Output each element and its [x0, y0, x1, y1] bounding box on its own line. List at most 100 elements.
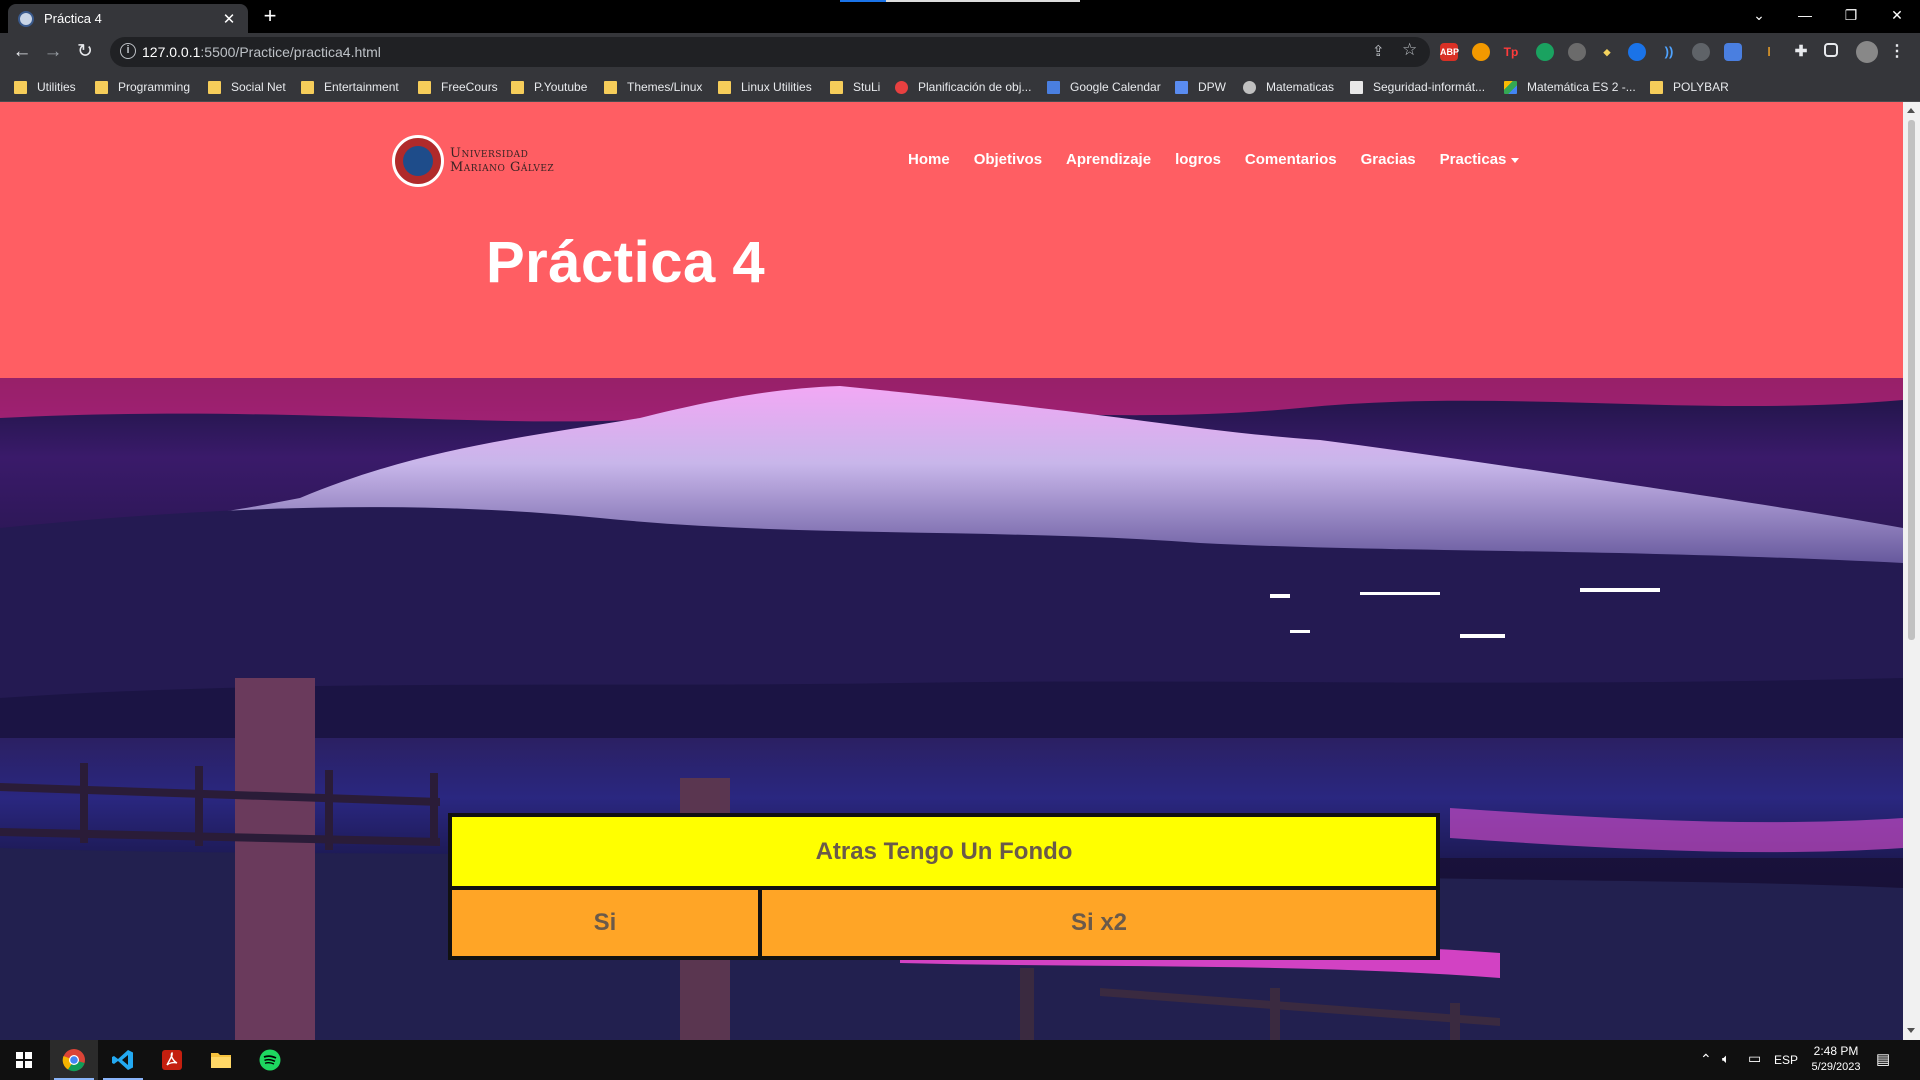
site-info-icon[interactable]: i [120, 43, 136, 59]
logo-line-2: Mariano Gálvez [450, 160, 555, 175]
folder-icon [418, 80, 431, 94]
page-viewport: Universidad Mariano Gálvez Home Objetivo… [0, 102, 1903, 1040]
page-scrollbar[interactable] [1903, 102, 1920, 1040]
bookmark-label: Social Net [231, 80, 286, 94]
scroll-down-arrow-icon[interactable] [1907, 1028, 1915, 1033]
clock-date: 5/29/2023 [1811, 1061, 1861, 1073]
acrobat-taskbar-icon[interactable] [148, 1040, 196, 1080]
bookmark-label: Linux Utilities [741, 80, 812, 94]
scroll-up-arrow-icon[interactable] [1907, 108, 1915, 113]
bookmark-star-icon[interactable]: ☆ [1402, 40, 1417, 60]
table-cell-si-x2-text: Si x2 [1070, 909, 1128, 936]
bookmark-matematicas[interactable]: Matematicas [1243, 78, 1334, 96]
reload-icon[interactable]: ↻ [71, 38, 99, 66]
fence-post [80, 763, 88, 843]
tab-search-chevron-icon[interactable]: ⌄ [1736, 0, 1782, 30]
bookmark-themes-linux[interactable]: Themes/Linux [604, 78, 702, 96]
green-extension-icon[interactable] [1536, 43, 1554, 61]
scroll-thumb[interactable] [1908, 120, 1915, 640]
close-window-button[interactable]: ✕ [1874, 0, 1920, 30]
url-text[interactable]: 127.0.0.1:5500/Practice/practica4.html [142, 44, 381, 60]
nav-gracias[interactable]: Gracias [1361, 151, 1416, 168]
nav-practicas-dropdown[interactable]: Practicas [1440, 151, 1520, 168]
page-title: Práctica 4 [486, 230, 766, 295]
logo-text: Universidad Mariano Gálvez [450, 147, 554, 175]
tray-chevron-up-icon[interactable]: ⌃ [1700, 1051, 1712, 1068]
bookmark-polybar[interactable]: POLYBAR [1650, 78, 1729, 96]
bookmark-linux-utilities[interactable]: Linux Utilities [718, 78, 812, 96]
bookmark-label: POLYBAR [1673, 80, 1729, 94]
blue-extension-icon[interactable] [1628, 43, 1646, 61]
bookmark-label: StuLi [853, 80, 881, 94]
university-logo[interactable]: Universidad Mariano Gálvez [392, 135, 554, 187]
share-icon[interactable]: ⇪ [1372, 42, 1385, 60]
bookmark-stuli[interactable]: StuLi [830, 78, 880, 96]
menu-kebab-icon[interactable]: ⋮ [1888, 43, 1906, 61]
folder-icon [95, 80, 108, 94]
nav-aprendizaje[interactable]: Aprendizaje [1066, 151, 1151, 168]
browser-tab[interactable]: Práctica 4 ✕ [8, 4, 248, 33]
translate-extension-icon[interactable] [1724, 43, 1742, 61]
tp-extension-icon[interactable]: Tp [1502, 43, 1520, 61]
bookmark-p-youtube[interactable]: P.Youtube [511, 78, 587, 96]
back-arrow-icon[interactable]: ← [8, 38, 36, 66]
volume-icon[interactable]: 🔈︎ [1722, 1051, 1730, 1067]
side-panel-icon[interactable] [1824, 43, 1838, 57]
bookmark-google-calendar[interactable]: Google Calendar [1047, 78, 1161, 96]
nav-home[interactable]: Home [908, 151, 950, 168]
spotify-taskbar-icon[interactable] [246, 1040, 294, 1080]
bookmark-social-net[interactable]: Social Net [208, 78, 286, 96]
notifications-icon[interactable]: ▤ [1876, 1050, 1890, 1068]
restore-button[interactable]: ❐ [1828, 0, 1874, 30]
bookmark-seguridad-informatica[interactable]: Seguridad-informát... [1350, 78, 1485, 96]
clock[interactable]: 2:48 PM 5/29/2023 [1810, 1044, 1862, 1073]
extension-icon[interactable] [1472, 43, 1490, 61]
bookmark-label: Seguridad-informát... [1373, 80, 1486, 94]
bookmark-dpw[interactable]: DPW [1175, 78, 1226, 96]
folder-icon [211, 1053, 231, 1068]
windows-start-icon[interactable] [0, 1040, 48, 1080]
bookmark-freecours[interactable]: FreeCours [418, 78, 498, 96]
extensions-puzzle-icon[interactable]: ✚ [1792, 43, 1810, 61]
close-tab-icon[interactable]: ✕ [220, 10, 238, 28]
fence-post [195, 766, 203, 846]
wave-extension-icon[interactable]: )) [1660, 43, 1678, 61]
drive-icon [1504, 80, 1517, 94]
bookmark-planificacion[interactable]: Planificación de obj... [895, 78, 1031, 96]
bookmark-label: Planificación de obj... [918, 80, 1032, 94]
chrome-extension-icon[interactable] [1692, 43, 1710, 61]
nav-comentarios[interactable]: Comentarios [1245, 151, 1337, 168]
chrome-taskbar-icon[interactable] [50, 1040, 98, 1080]
folder-icon [208, 80, 221, 94]
cursor-extension-icon[interactable]: I [1760, 43, 1778, 61]
network-icon[interactable]: ▭ [1748, 1050, 1761, 1067]
forward-arrow-icon[interactable]: → [39, 38, 67, 66]
folder-icon [1650, 80, 1663, 94]
folder-icon [511, 80, 524, 94]
bookmark-matematica-es2[interactable]: Matemática ES 2 -... [1504, 78, 1636, 96]
table-header-cell: Atras Tengo Un Fondo [452, 817, 1436, 886]
bookmark-label: Matemática ES 2 -... [1527, 80, 1636, 94]
caret-down-icon [1511, 157, 1520, 163]
bookmark-label: P.Youtube [534, 80, 588, 94]
new-tab-button[interactable]: + [258, 4, 282, 28]
bookmarks-bar: Utilities Programming Social Net Enterta… [0, 71, 1920, 102]
adblock-extension-icon[interactable]: ABP [1440, 43, 1459, 61]
gray-extension-icon[interactable] [1568, 43, 1586, 61]
bookmark-entertainment[interactable]: Entertainment [301, 78, 399, 96]
clock-time: 2:48 PM [1813, 1044, 1859, 1058]
profile-avatar[interactable] [1856, 41, 1878, 63]
pin-extension-icon[interactable]: ◆ [1598, 43, 1616, 61]
nav-objetivos[interactable]: Objetivos [974, 151, 1042, 168]
fence-post [325, 770, 333, 850]
table-cell-si-x2: Si x2 [762, 890, 1436, 956]
language-indicator[interactable]: ESP [1774, 1053, 1798, 1067]
bookmark-programming[interactable]: Programming [95, 78, 190, 96]
distant-light [1580, 588, 1660, 592]
minimize-button[interactable]: — [1782, 0, 1828, 30]
vscode-taskbar-icon[interactable] [99, 1040, 147, 1080]
nav-logros[interactable]: logros [1175, 151, 1221, 168]
file-explorer-taskbar-icon[interactable] [197, 1040, 245, 1080]
bookmark-utilities[interactable]: Utilities [14, 78, 76, 96]
address-bar[interactable]: i 127.0.0.1:5500/Practice/practica4.html… [110, 37, 1430, 67]
